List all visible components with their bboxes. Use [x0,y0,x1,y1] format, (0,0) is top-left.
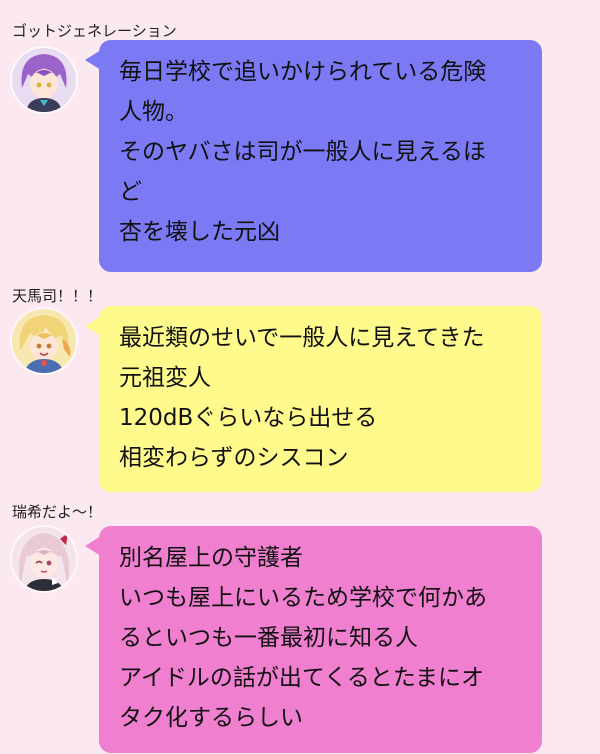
purple-hair-character-avatar[interactable] [12,48,76,112]
message-line: 人物。 [119,99,188,125]
message-line: 相変わらずのシスコン [119,445,349,471]
message-bubble: 最近類のせいで一般人に見えてきた 元祖変人 120dBぐらいなら出せる 相変わら… [85,306,542,492]
blonde-hair-character-avatar[interactable] [12,309,76,373]
message-line: 最近類のせいで一般人に見えてきた [119,325,485,351]
message-bubble: 別名屋上の守護者 いつも屋上にいるため学校で何かあ るといつも一番最初に知る人 … [85,526,542,753]
message-line: そのヤバさは司が一般人に見えるほ [119,139,486,165]
sender-name: 天馬司！！！ [12,287,103,305]
pink-hair-character-avatar[interactable] [12,527,76,591]
message-line: いつも屋上にいるため学校で何かあ [119,585,487,611]
sender-name: ゴットジェネレーション [12,22,177,40]
message-line: 毎日学校で追いかけられている危険 [119,59,487,85]
message-line: 別名屋上の守護者 [119,545,303,571]
message-line: タク化するらしい [119,705,303,731]
message-line: アイドルの話が出てくるとたまにオ [119,665,485,691]
message-line: 120dBぐらいなら出せる [119,405,378,431]
message-bubble: 毎日学校で追いかけられている危険 人物。 そのヤバさは司が一般人に見えるほ ど … [85,40,542,272]
message-line: ど [119,179,142,205]
sender-name: 瑞希だよ〜！ [12,503,103,521]
message-line: るといつも一番最初に知る人 [119,625,418,651]
message-line: 杏を壊した元凶 [119,219,280,245]
message-line: 元祖変人 [119,365,211,391]
